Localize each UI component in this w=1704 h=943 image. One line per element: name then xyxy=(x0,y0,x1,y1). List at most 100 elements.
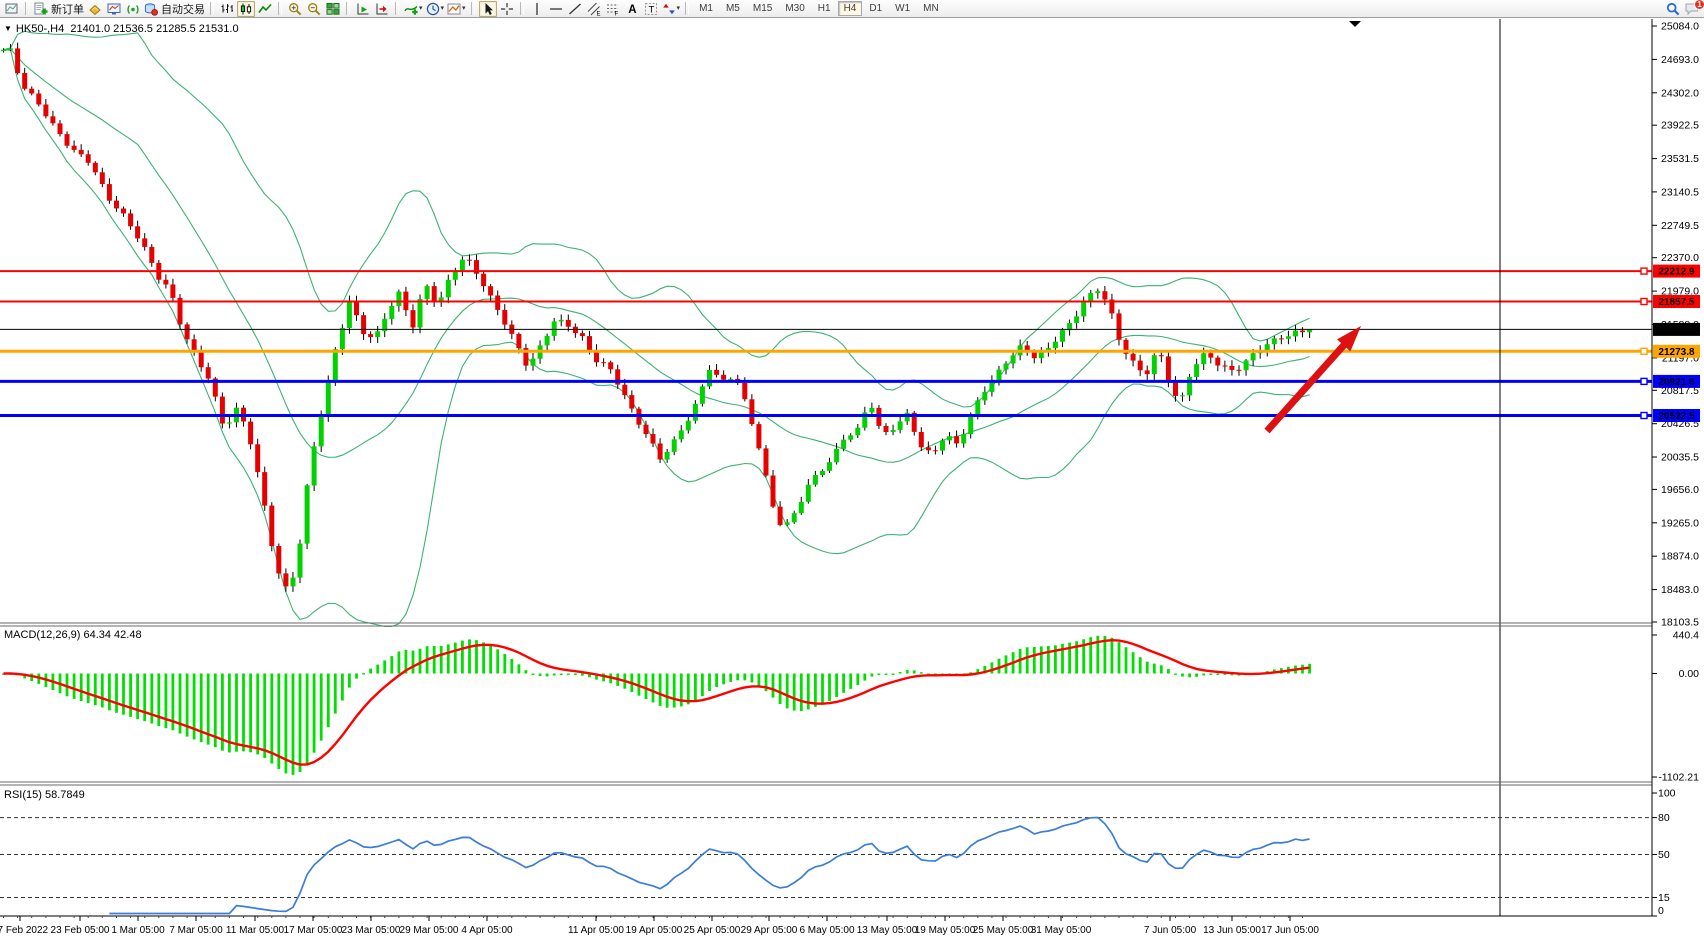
time-axis-label: 31 May 05:00 xyxy=(1031,925,1092,936)
timeframe-button-m5[interactable]: M5 xyxy=(720,1,746,16)
tile-windows-button[interactable] xyxy=(324,1,342,17)
ohlc-values: 21401.0 21536.5 21285.5 21531.0 xyxy=(70,23,238,35)
bar-chart-button[interactable] xyxy=(218,1,236,17)
rsi-tick-label: 80 xyxy=(1658,812,1670,824)
trendline-button[interactable] xyxy=(566,1,584,17)
timeframe-button-m15[interactable]: M15 xyxy=(747,1,778,16)
line-endpoint-marker[interactable] xyxy=(1641,268,1647,274)
toolbar-separator xyxy=(278,2,282,15)
rsi-tick-label: 50 xyxy=(1658,849,1670,861)
chart-plot-area[interactable]: 25084.024693.024302.023922.523531.523140… xyxy=(0,0,1704,943)
time-axis-label: 4 Apr 05:00 xyxy=(461,925,513,936)
time-axis-label: 13 Jun 05:00 xyxy=(1203,925,1261,936)
signals-button[interactable] xyxy=(124,1,142,17)
indicators-button[interactable]: ▾ xyxy=(403,1,424,17)
search-icon xyxy=(1666,2,1680,16)
timeframe-button-h1[interactable]: H1 xyxy=(812,1,837,16)
chartshift-icon xyxy=(375,2,389,16)
timeframe-button-m30[interactable]: M30 xyxy=(779,1,810,16)
timeframe-button-mn[interactable]: MN xyxy=(917,1,945,16)
horizontal-line-button[interactable] xyxy=(547,1,565,17)
cursor-button[interactable] xyxy=(479,1,497,17)
hline-icon xyxy=(549,2,563,16)
time-axis-label: 23 Mar 05:00 xyxy=(342,925,401,936)
chart-window-button[interactable] xyxy=(105,1,123,17)
macd-tick-label: 0.00 xyxy=(1679,668,1700,680)
templates-button[interactable]: ▾ xyxy=(446,1,467,17)
dropdown-caret-icon[interactable]: ▾ xyxy=(462,5,466,12)
rsi-tick-label: 0 xyxy=(1658,905,1664,917)
metaeditor-button[interactable] xyxy=(86,1,104,17)
time-axis-label: 11 Mar 05:00 xyxy=(226,925,285,936)
time-axis-label: 19 May 05:00 xyxy=(915,925,976,936)
rsi-indicator-label: RSI(15) 58.7849 xyxy=(4,789,85,801)
periods-button[interactable]: ▾ xyxy=(425,1,446,17)
dropdown-caret-icon[interactable]: ▾ xyxy=(419,5,423,12)
toolbar-separator xyxy=(520,2,524,15)
chart-shift-button[interactable] xyxy=(373,1,391,17)
arrows-button[interactable]: ▾ xyxy=(661,1,682,17)
linechart-icon xyxy=(258,2,272,16)
chart-title: ▼HK50-,H4 21401.0 21536.5 21285.5 21531.… xyxy=(4,23,239,35)
time-axis-label: 17 Mar 05:00 xyxy=(284,925,343,936)
fibo-icon: F xyxy=(606,2,620,16)
auto-trading-button[interactable]: 自动交易 xyxy=(143,1,206,17)
time-axis-label: 23 Feb 05:00 xyxy=(51,925,110,936)
cursor-icon xyxy=(481,2,495,16)
new-order-button[interactable]: 新订单 xyxy=(33,1,85,17)
price-tag-22212.9: 22212.9 xyxy=(1658,267,1695,278)
line-endpoint-marker[interactable] xyxy=(1641,299,1647,305)
dropdown-caret-icon[interactable]: ▾ xyxy=(441,5,445,12)
textT-icon: T xyxy=(644,2,658,16)
time-axis-label: 11 Apr 05:00 xyxy=(568,925,624,936)
time-axis-label: 29 Mar 05:00 xyxy=(400,925,459,936)
line-endpoint-marker[interactable] xyxy=(1641,413,1647,419)
chat-button[interactable]: 1 xyxy=(1683,1,1701,17)
price-tag-21857.5: 21857.5 xyxy=(1658,297,1695,308)
time-axis-label: 19 Apr 05:00 xyxy=(626,925,683,936)
line-chart-button[interactable] xyxy=(256,1,274,17)
macd-indicator-label: MACD(12,26,9) 64.34 42.48 xyxy=(4,629,142,641)
collapse-triangle-icon[interactable]: ▼ xyxy=(4,24,12,33)
time-axis-label: 6 May 05:00 xyxy=(799,925,854,936)
vertical-line-button[interactable] xyxy=(528,1,546,17)
neworder-icon xyxy=(34,2,48,16)
dropdown-caret-icon[interactable]: ▾ xyxy=(677,5,681,12)
text-label-button[interactable]: T xyxy=(642,1,660,17)
timeframe-button-d1[interactable]: D1 xyxy=(863,1,888,16)
channel-button[interactable]: E xyxy=(585,1,603,17)
svg-text:A: A xyxy=(628,4,636,16)
autotrade-icon xyxy=(144,2,158,16)
line-endpoint-marker[interactable] xyxy=(1641,348,1647,354)
fibonacci-button[interactable]: F xyxy=(604,1,622,17)
time-axis-label: 1 Mar 05:00 xyxy=(111,925,165,936)
line-endpoint-marker[interactable] xyxy=(1641,378,1647,384)
timeframe-button-m1[interactable]: M1 xyxy=(693,1,719,16)
notification-badge: 1 xyxy=(1694,0,1704,10)
time-axis-label: 25 Apr 05:00 xyxy=(684,925,741,936)
timeframe-button-w1[interactable]: W1 xyxy=(889,1,916,16)
price-tick-label: 23922.5 xyxy=(1661,120,1699,132)
time-axis-label: 17 Feb 2022 xyxy=(0,925,49,936)
svg-text:F: F xyxy=(614,11,618,16)
candlestick-chart-button[interactable] xyxy=(237,1,255,17)
time-axis-label: 29 Apr 05:00 xyxy=(741,925,798,936)
rsi-tick-label: 100 xyxy=(1658,788,1676,800)
crosshair-button[interactable] xyxy=(498,1,516,17)
toolbar-separator xyxy=(25,2,29,15)
candles-icon xyxy=(239,2,253,16)
search-button[interactable] xyxy=(1664,1,1682,17)
auto-trading-button-label: 自动交易 xyxy=(161,1,205,17)
price-tick-label: 20035.5 xyxy=(1661,452,1699,464)
zoom-out-button[interactable] xyxy=(305,1,323,17)
zoom-in-button[interactable] xyxy=(286,1,304,17)
preview-button[interactable] xyxy=(3,1,21,17)
text-button[interactable]: A xyxy=(623,1,641,17)
price-tick-label: 24302.0 xyxy=(1661,87,1699,99)
timeframe-button-h4[interactable]: H4 xyxy=(838,1,863,16)
channel-icon: E xyxy=(587,2,601,16)
trendline-icon xyxy=(568,2,582,16)
macd-tick-label: 440.4 xyxy=(1673,630,1699,642)
autoscroll-icon xyxy=(356,2,370,16)
auto-scroll-button[interactable] xyxy=(354,1,372,17)
